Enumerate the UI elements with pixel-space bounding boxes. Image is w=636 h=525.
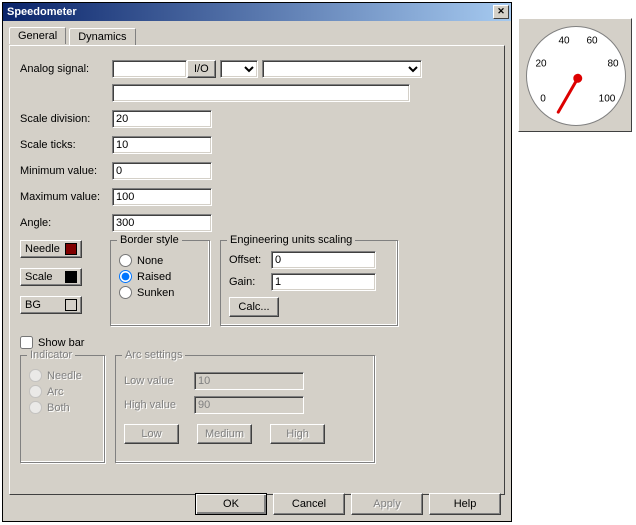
io-button[interactable]: I/O [187,60,216,78]
tab-general[interactable]: General [9,27,66,44]
indicator-arc-option: Arc [29,385,96,398]
needle-color-button[interactable]: Needle [20,240,82,258]
gauge-face: 0 20 40 60 80 100 [526,26,626,126]
scale-division-label: Scale division: [20,113,112,125]
arc-low-button: Low [124,424,179,444]
border-none-option[interactable]: None [119,254,201,267]
ok-button[interactable]: OK [195,493,267,515]
border-raised-option[interactable]: Raised [119,270,201,283]
gauge-tick-80: 80 [607,59,618,70]
indicator-both-option: Both [29,401,96,414]
scale-ticks-label: Scale ticks: [20,139,112,151]
offset-label: Offset: [229,254,271,266]
arc-high-button: High [270,424,325,444]
gauge-tick-40: 40 [558,36,569,47]
needle-swatch-icon [65,243,77,255]
speedometer-dialog: Speedometer ✕ General Dynamics Analog si… [2,2,512,522]
cancel-button[interactable]: Cancel [273,493,345,515]
analog-large-select[interactable] [262,60,422,78]
calc-button[interactable]: Calc... [229,297,279,317]
eng-units-legend: Engineering units scaling [227,234,355,246]
dialog-buttons: OK Cancel Apply Help [195,493,501,515]
tab-dynamics[interactable]: Dynamics [69,28,135,45]
offset-input[interactable] [271,251,376,269]
help-button[interactable]: Help [429,493,501,515]
scale-swatch-icon [65,271,77,283]
scale-division-input[interactable] [112,110,212,128]
bg-color-label: BG [25,299,41,311]
angle-label: Angle: [20,217,112,229]
border-sunken-option[interactable]: Sunken [119,286,201,299]
analog-signal-input[interactable] [112,60,187,78]
tab-page-general: Analog signal: I/O Scale division: Scale… [9,45,505,495]
analog-desc-input[interactable] [112,84,410,102]
indicator-needle-option: Needle [29,369,96,382]
gauge-tick-0: 0 [540,94,546,105]
arc-settings-legend: Arc settings [122,349,185,361]
gauge-tick-100: 100 [599,94,616,105]
angle-input[interactable] [112,214,212,232]
apply-button[interactable]: Apply [351,493,423,515]
max-value-input[interactable] [112,188,212,206]
max-value-label: Maximum value: [20,191,112,203]
arc-medium-button: Medium [197,424,252,444]
gauge-preview: 0 20 40 60 80 100 [518,18,632,132]
bg-color-button[interactable]: BG [20,296,82,314]
border-style-legend: Border style [117,234,182,246]
analog-signal-label: Analog signal: [20,63,112,75]
gauge-tick-20: 20 [535,59,546,70]
window-title: Speedometer [7,6,77,18]
arc-high-input [194,396,304,414]
show-bar-checkbox[interactable]: Show bar [20,336,494,349]
gauge-needle-icon [556,76,580,114]
min-value-label: Minimum value: [20,165,112,177]
scale-ticks-input[interactable] [112,136,212,154]
arc-high-label: High value [124,399,194,411]
gauge-tick-60: 60 [586,36,597,47]
tab-strip: General Dynamics [9,27,505,45]
titlebar: Speedometer ✕ [3,3,511,21]
scale-color-label: Scale [25,271,53,283]
bg-swatch-icon [65,299,77,311]
arc-low-input [194,372,304,390]
gain-input[interactable] [271,273,376,291]
min-value-input[interactable] [112,162,212,180]
gain-label: Gain: [229,276,271,288]
scale-color-button[interactable]: Scale [20,268,82,286]
indicator-legend: Indicator [27,349,75,361]
close-icon[interactable]: ✕ [493,5,509,19]
needle-color-label: Needle [25,243,60,255]
arc-low-label: Low value [124,375,194,387]
analog-small-select[interactable] [220,60,258,78]
